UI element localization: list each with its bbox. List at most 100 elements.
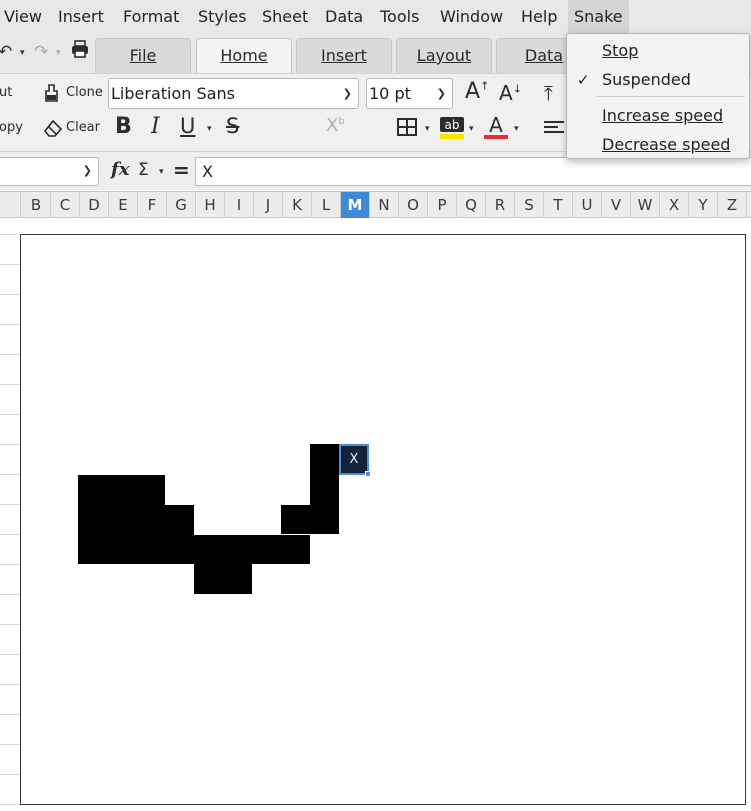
column-header-n[interactable]: N: [370, 192, 399, 218]
column-header-z[interactable]: Z: [718, 192, 747, 218]
font-name-combo[interactable]: Liberation Sans ❯: [108, 78, 359, 109]
bold-icon[interactable]: B: [115, 114, 132, 139]
clone-formatting-icon[interactable]: [42, 83, 62, 107]
menu-view[interactable]: View: [0, 0, 48, 33]
sum-dropdown-icon[interactable]: ▾: [159, 167, 164, 177]
menu-sheet[interactable]: Sheet: [256, 0, 314, 33]
strikethrough-icon[interactable]: S: [226, 114, 239, 138]
borders-dropdown-icon[interactable]: ▾: [425, 124, 430, 134]
svg-text:A: A: [489, 114, 503, 137]
column-header-w[interactable]: W: [631, 192, 660, 218]
column-header-d[interactable]: D: [80, 192, 109, 218]
menu-insert[interactable]: Insert: [52, 0, 110, 33]
highlight-dropdown-icon[interactable]: ▾: [469, 124, 474, 134]
column-header-f[interactable]: F: [138, 192, 167, 218]
superscript-icon[interactable]: Xb: [326, 115, 345, 136]
formula-input[interactable]: X: [195, 157, 751, 186]
row-gridline: [0, 624, 22, 625]
row-gridline: [0, 594, 22, 595]
name-box[interactable]: ❯: [0, 157, 99, 186]
column-header-s[interactable]: S: [515, 192, 544, 218]
menu-item-stop[interactable]: Stop: [567, 37, 751, 65]
column-header-m[interactable]: M: [341, 192, 370, 218]
menu-item-increase-speed[interactable]: Increase speed: [567, 102, 751, 130]
column-header-j[interactable]: J: [254, 192, 283, 218]
column-header-o[interactable]: O: [399, 192, 428, 218]
decrease-font-size-icon[interactable]: A↓: [499, 81, 522, 105]
font-name-value: Liberation Sans: [111, 84, 235, 103]
menu-item-decrease-speed[interactable]: Decrease speed: [567, 131, 751, 159]
row-gridline: [0, 654, 22, 655]
row-gridline: [0, 264, 22, 265]
menu-format[interactable]: Format: [117, 0, 185, 33]
chevron-down-icon[interactable]: ❯: [437, 79, 446, 108]
column-header-v[interactable]: V: [602, 192, 631, 218]
formula-equals-icon[interactable]: =: [173, 158, 190, 182]
redo-dropdown-icon[interactable]: ▾: [56, 48, 61, 58]
font-size-combo[interactable]: 10 pt ❯: [366, 78, 453, 109]
font-color-dropdown-icon[interactable]: ▾: [514, 124, 519, 134]
redo-icon[interactable]: ↷: [34, 42, 48, 62]
tab-file[interactable]: File: [95, 38, 191, 73]
underline-dropdown-icon[interactable]: ▾: [207, 124, 212, 134]
chevron-down-icon[interactable]: ❯: [343, 79, 352, 108]
tab-home[interactable]: Home: [196, 38, 292, 73]
clear-formatting-icon[interactable]: [42, 118, 64, 142]
highlight-color-icon[interactable]: ab: [439, 116, 465, 144]
column-header-t[interactable]: T: [544, 192, 573, 218]
column-header-e[interactable]: E: [109, 192, 138, 218]
borders-icon[interactable]: [397, 118, 417, 140]
underline-icon[interactable]: U: [180, 114, 195, 138]
column-header-u[interactable]: U: [573, 192, 602, 218]
snake-menu-dropdown: Stop ✓ Suspended Increase speed Decrease…: [566, 33, 750, 159]
chevron-down-icon[interactable]: ❯: [83, 164, 92, 177]
align-top-icon[interactable]: ⤒: [544, 81, 553, 105]
snake-body-segment: [165, 505, 194, 564]
column-header-c[interactable]: C: [51, 192, 80, 218]
menu-item-suspended[interactable]: ✓ Suspended: [567, 66, 751, 94]
function-wizard-icon[interactable]: fx: [111, 159, 129, 180]
menu-data[interactable]: Data: [319, 0, 369, 33]
menu-bar: View Insert Format Styles Sheet Data Too…: [0, 0, 751, 33]
column-header-p[interactable]: P: [428, 192, 457, 218]
clone-button[interactable]: Clone: [66, 85, 103, 100]
column-header-b[interactable]: B: [22, 192, 51, 218]
column-header-l[interactable]: L: [312, 192, 341, 218]
column-header-y[interactable]: Y: [689, 192, 718, 218]
cut-button-label[interactable]: ut: [0, 85, 12, 100]
column-header-g[interactable]: G: [167, 192, 196, 218]
column-header-x[interactable]: X: [660, 192, 689, 218]
column-header-r[interactable]: R: [486, 192, 515, 218]
checkmark-icon: ✓: [577, 71, 590, 89]
row-gridline: [0, 564, 22, 565]
clear-button[interactable]: Clear: [66, 120, 100, 135]
column-header-q[interactable]: Q: [457, 192, 486, 218]
row-gridline: [0, 744, 22, 745]
undo-dropdown-icon[interactable]: ▾: [20, 48, 25, 58]
menu-snake[interactable]: Snake: [568, 0, 629, 33]
italic-icon[interactable]: I: [151, 114, 160, 139]
undo-icon[interactable]: ↶: [0, 42, 12, 62]
selection-handle[interactable]: [365, 471, 371, 477]
menu-tools[interactable]: Tools: [374, 0, 425, 33]
font-size-value: 10 pt: [369, 84, 411, 103]
column-header-i[interactable]: I: [225, 192, 254, 218]
print-icon[interactable]: [71, 40, 89, 63]
tab-layout[interactable]: Layout: [396, 38, 492, 73]
menu-window[interactable]: Window: [434, 0, 509, 33]
menu-styles[interactable]: Styles: [192, 0, 253, 33]
column-header-h[interactable]: H: [196, 192, 225, 218]
column-header-k[interactable]: K: [283, 192, 312, 218]
font-color-icon[interactable]: A: [484, 113, 508, 144]
menu-help[interactable]: Help: [515, 0, 563, 33]
snake-body-segment: [281, 505, 339, 534]
sheet-area[interactable]: X: [0, 218, 751, 811]
copy-button-label[interactable]: opy: [0, 120, 23, 135]
menu-separator: [597, 96, 745, 97]
align-left-icon[interactable]: [544, 120, 564, 140]
increase-font-size-icon[interactable]: A↑: [465, 79, 489, 104]
sum-icon[interactable]: Σ: [138, 160, 149, 180]
row-header-corner[interactable]: [0, 192, 21, 218]
row-gridline: [0, 684, 22, 685]
tab-insert[interactable]: Insert: [296, 38, 392, 73]
